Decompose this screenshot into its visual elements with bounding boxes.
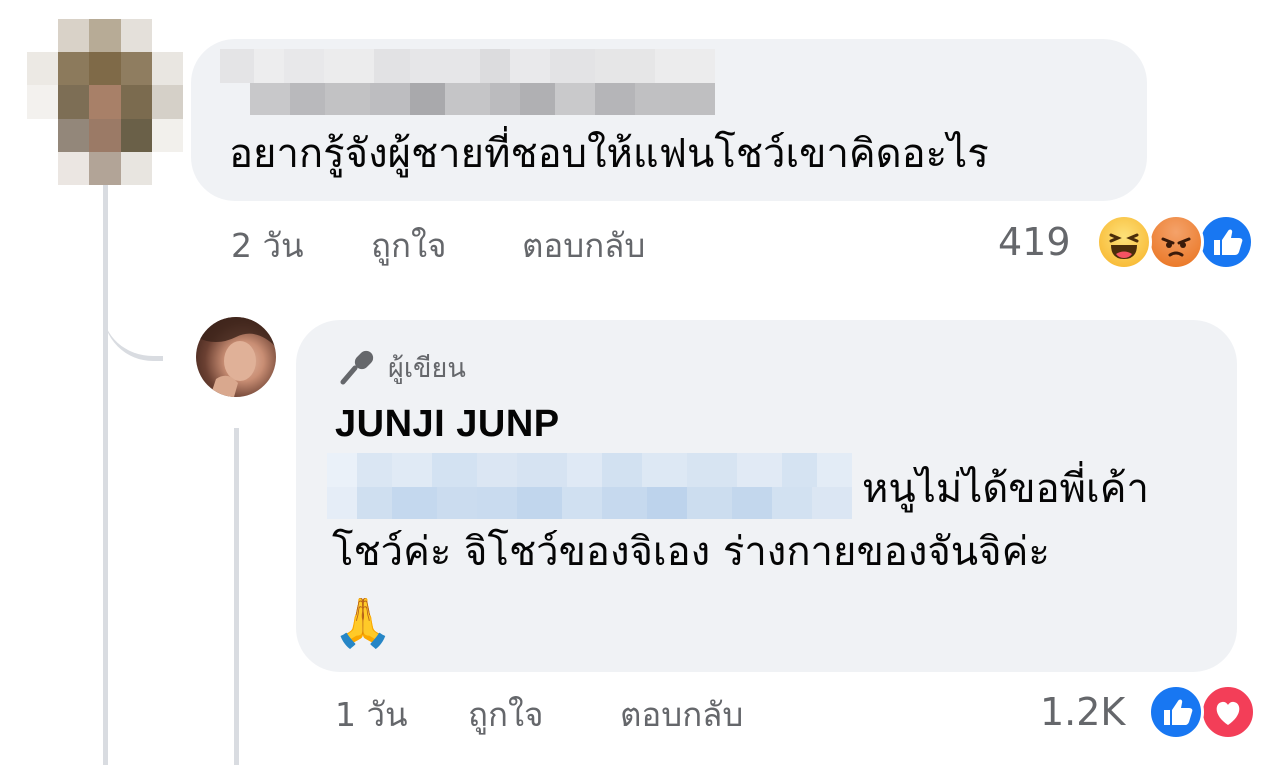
author-badge: ผู้เขียน [388,353,466,384]
reply-author-name[interactable]: JUNJI JUNP [335,402,560,446]
love-icon[interactable] [1200,684,1256,740]
comment-reply-button[interactable]: ตอบกลับ [522,226,645,266]
mention-redacted-2 [327,487,852,519]
commenter-name-redacted-2 [250,83,715,115]
comment-timestamp[interactable]: 2 วัน [231,226,304,266]
commenter-avatar[interactable] [27,19,183,185]
thread-line-reply [234,428,239,765]
reply-like-button[interactable]: ถูกใจ [468,695,543,735]
thread-connector-curve [103,300,163,361]
commenter-name-redacted[interactable] [220,49,715,83]
reply-reaction-count[interactable]: 1.2K [1040,690,1125,734]
reply-timestamp[interactable]: 1 วัน [335,695,408,735]
like-icon[interactable] [1148,684,1204,740]
mention-redacted[interactable] [327,453,852,487]
comment-text: อยากรู้จังผู้ชายที่ชอบให้แฟนโชว์เขาคิดอะ… [229,131,989,177]
reply-text-line1: หนูไม่ได้ขอพี่เค้า [862,466,1149,512]
reply-text-line2: โชว์ค่ะ จิโชว์ของจิเอง ร่างกายของจันจิค่… [332,529,1050,575]
microphone-icon [337,346,379,388]
author-avatar[interactable] [196,317,276,397]
like-icon[interactable] [1198,214,1254,270]
haha-icon[interactable] [1096,214,1152,270]
angry-icon[interactable] [1148,214,1204,270]
comment-like-button[interactable]: ถูกใจ [371,226,446,266]
reply-reply-button[interactable]: ตอบกลับ [620,695,743,735]
comment-reaction-count[interactable]: 419 [998,220,1071,264]
thread-line-main [103,183,108,765]
praying-hands-emoji: 🙏 [333,595,393,651]
